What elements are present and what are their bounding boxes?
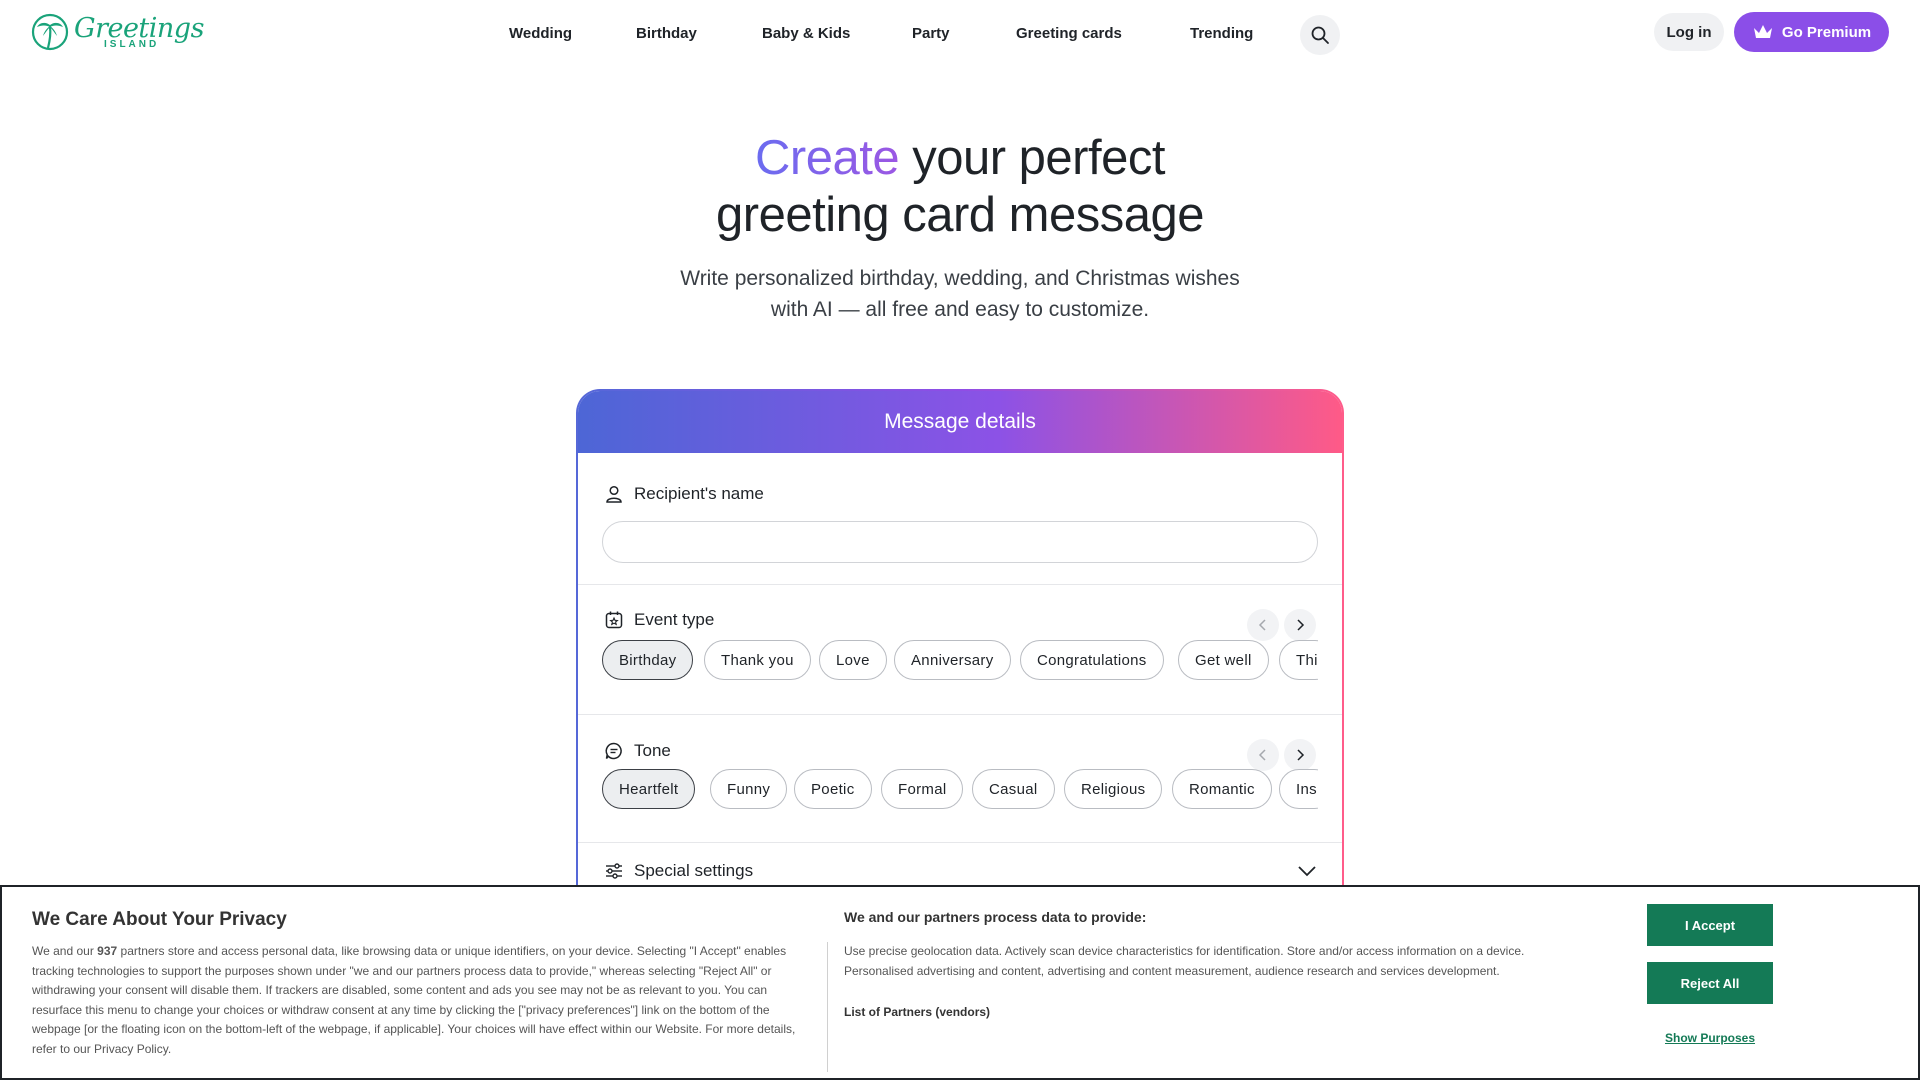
go-premium-button[interactable]: Go Premium [1734, 12, 1889, 52]
recipient-section: Recipient's name [578, 453, 1342, 585]
show-purposes-link[interactable]: Show Purposes [1662, 1031, 1758, 1045]
event-type-label: Event type [634, 610, 715, 629]
chevron-right-icon [1297, 749, 1305, 761]
person-icon [606, 485, 622, 503]
event-type-options: Birthday Thank you Love Anniversary Cong… [602, 640, 1318, 682]
chevron-right-icon [1297, 619, 1305, 631]
site-header: Greetings ISLAND Wedding Birthday Baby &… [0, 0, 1920, 68]
tone-label-row: Tone [604, 741, 671, 761]
hero-title: Create your perfect greeting card messag… [0, 130, 1920, 244]
nav-item-trending[interactable]: Trending [1190, 20, 1253, 48]
special-settings-label: Special settings [634, 861, 754, 880]
palm-logo-icon [31, 13, 69, 51]
login-button[interactable]: Log in [1654, 13, 1724, 51]
tone-options: Heartfelt Funny Poetic Formal Casual Rel… [602, 769, 1318, 811]
nav-item-party[interactable]: Party [912, 20, 950, 48]
recipient-label-row: Recipient's name [604, 484, 764, 504]
chat-bubble-icon [605, 742, 622, 760]
partner-count: 937 [97, 944, 118, 958]
accept-button[interactable]: I Accept [1647, 904, 1773, 946]
hero-subtitle-line2: with AI — all free and easy to customize… [770, 298, 1150, 321]
tone-chip-funny[interactable]: Funny [710, 769, 788, 809]
hero-title-line2: greeting card message [716, 188, 1204, 242]
tone-chip-formal[interactable]: Formal [881, 769, 964, 809]
tone-section: Tone Heartfelt Funny Poetic Formal Casua… [578, 715, 1342, 843]
cookie-consent-banner: We Care About Your Privacy We and our 93… [0, 885, 1920, 1080]
nav-item-baby-kids[interactable]: Baby & Kids [762, 20, 850, 48]
event-chip-birthday[interactable]: Birthday [602, 640, 694, 680]
tone-label: Tone [634, 741, 671, 760]
event-type-label-row: Event type [604, 610, 714, 630]
tone-next-button[interactable] [1284, 739, 1316, 771]
hero-title-line1: your perfect [899, 131, 1165, 185]
event-chip-more[interactable]: Thi [1279, 640, 1318, 680]
tone-chip-poetic[interactable]: Poetic [794, 769, 872, 809]
tone-chip-more[interactable]: Ins [1279, 769, 1318, 809]
search-button[interactable] [1300, 15, 1340, 55]
nav-item-wedding[interactable]: Wedding [509, 20, 572, 48]
cookie-body-text: We and our 937 partners store and access… [32, 942, 807, 1059]
partners-list-link[interactable]: List of Partners (vendors) [844, 1005, 990, 1019]
chevron-down-icon[interactable] [1298, 865, 1316, 877]
brand-subname: ISLAND [104, 38, 160, 50]
go-premium-label: Go Premium [1781, 23, 1872, 41]
event-chip-love[interactable]: Love [819, 640, 887, 680]
nav-item-birthday[interactable]: Birthday [636, 20, 697, 48]
sliders-icon [606, 863, 622, 879]
tone-chip-religious[interactable]: Religious [1064, 769, 1163, 809]
tone-chip-casual[interactable]: Casual [972, 769, 1055, 809]
special-settings-label-row: Special settings [604, 861, 753, 881]
event-chip-congratulations[interactable]: Congratulations [1020, 640, 1164, 680]
nav-item-greeting-cards[interactable]: Greeting cards [1016, 20, 1122, 48]
recipient-name-input[interactable] [602, 521, 1318, 563]
search-icon [1311, 26, 1329, 44]
hero-subtitle-line1: Write personalized birthday, wedding, an… [680, 267, 1240, 290]
calendar-star-icon [605, 611, 623, 629]
event-chip-get-well[interactable]: Get well [1178, 640, 1269, 680]
purposes-text: Use precise geolocation data. Actively s… [844, 944, 1525, 978]
event-chip-thank-you[interactable]: Thank you [704, 640, 811, 680]
tone-prev-button[interactable] [1247, 739, 1279, 771]
card-header: Message details [578, 391, 1342, 453]
reject-all-button[interactable]: Reject All [1647, 962, 1773, 1004]
chevron-left-icon [1258, 749, 1266, 761]
cookie-title: We Care About Your Privacy [32, 909, 287, 930]
brand-name: Greetings [74, 12, 204, 44]
recipient-label: Recipient's name [634, 484, 764, 503]
message-details-card: Message details Recipient's name Event t… [576, 389, 1344, 909]
tone-chip-heartfelt[interactable]: Heartfelt [602, 769, 696, 809]
divider [827, 942, 828, 1072]
cookie-body-rest: partners store and access personal data,… [32, 944, 796, 1056]
event-type-prev-button[interactable] [1247, 609, 1279, 641]
hero-title-accent: Create [755, 131, 900, 185]
purposes-title: We and our partners process data to prov… [844, 909, 1147, 925]
crown-icon [1753, 25, 1772, 38]
chevron-left-icon [1258, 619, 1266, 631]
cookie-body-start: We and our [32, 944, 98, 958]
tone-chip-romantic[interactable]: Romantic [1172, 769, 1272, 809]
event-type-section: Event type Birthday Thank you Love Anniv… [578, 585, 1342, 715]
brand-logo[interactable]: Greetings ISLAND [30, 12, 204, 52]
event-chip-anniversary[interactable]: Anniversary [894, 640, 1011, 680]
event-type-next-button[interactable] [1284, 609, 1316, 641]
hero-subtitle: Write personalized birthday, wedding, an… [0, 263, 1920, 325]
